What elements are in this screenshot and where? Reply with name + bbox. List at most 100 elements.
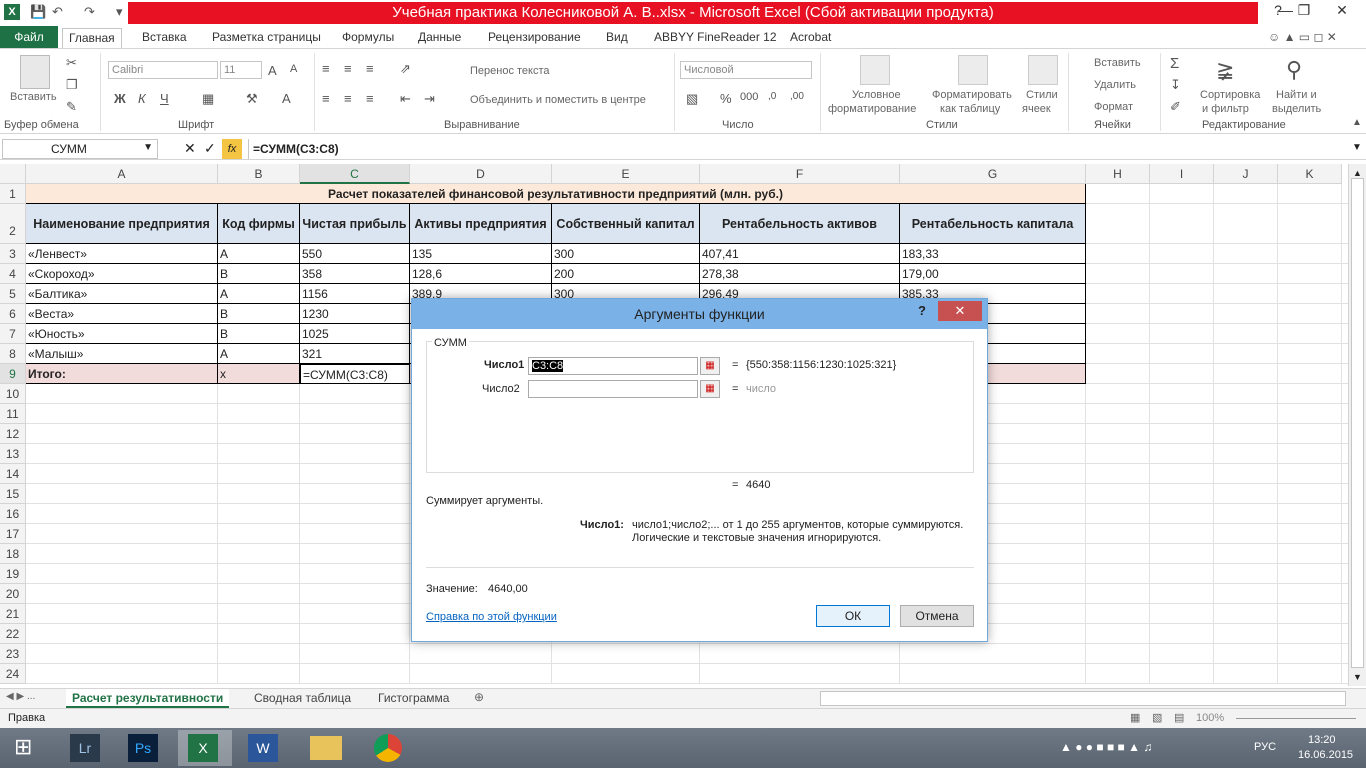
data-cell[interactable]: A xyxy=(218,244,300,264)
insert-function-icon[interactable]: fx xyxy=(222,139,242,159)
cancel-button[interactable]: Отмена xyxy=(900,605,974,627)
cut-icon[interactable]: ✂ xyxy=(66,55,77,71)
zoom-level[interactable]: 100% xyxy=(1196,712,1224,724)
data-cell[interactable]: «Скороход» xyxy=(26,264,218,284)
help-icon[interactable]: ? xyxy=(918,303,926,318)
row-header[interactable]: 22 xyxy=(0,624,26,644)
active-cell[interactable]: =СУММ(C3:C8) xyxy=(300,364,410,384)
sheet-tab-active[interactable]: Расчет результативности xyxy=(66,689,230,708)
find-select-button[interactable]: Найти и xyxy=(1276,89,1317,101)
column-header[interactable]: J xyxy=(1214,164,1278,184)
row-header[interactable]: 17 xyxy=(0,524,26,544)
conditional-format-button[interactable]: Условное xyxy=(852,89,901,101)
cell-styles-icon[interactable] xyxy=(1028,55,1058,85)
tab-review[interactable]: Рецензирование xyxy=(482,28,587,48)
row-header[interactable]: 13 xyxy=(0,444,26,464)
align-center-icon[interactable]: ≡ xyxy=(344,91,352,106)
total-cell[interactable]: Итого: xyxy=(26,364,218,384)
borders-icon[interactable]: ▦ xyxy=(202,91,214,107)
column-header[interactable]: F xyxy=(700,164,900,184)
tab-file[interactable]: Файл xyxy=(0,26,58,48)
data-cell[interactable]: 278,38 xyxy=(700,264,900,284)
data-cell[interactable]: B xyxy=(218,264,300,284)
column-title[interactable]: Собственный капитал xyxy=(552,204,700,244)
formula-input[interactable]: =СУММ(C3:C8) xyxy=(248,139,1348,159)
select-all-corner[interactable] xyxy=(0,164,26,184)
excel-app-icon[interactable]: X xyxy=(4,4,20,20)
view-layout-icon[interactable]: ▧ xyxy=(1152,711,1162,724)
row-header[interactable]: 1 xyxy=(0,184,26,204)
row-header[interactable]: 10 xyxy=(0,384,26,404)
new-sheet-icon[interactable]: ⊕ xyxy=(474,690,484,704)
cell-styles-button[interactable]: Стили xyxy=(1026,89,1058,101)
column-header[interactable]: C xyxy=(300,164,410,184)
row-header[interactable]: 7 xyxy=(0,324,26,344)
vertical-scrollbar[interactable]: ▲ ▼ xyxy=(1348,164,1366,686)
lightroom-icon[interactable]: Lr xyxy=(60,730,114,766)
currency-icon[interactable]: ▧ xyxy=(686,91,698,107)
row-header[interactable]: 23 xyxy=(0,644,26,664)
row-header[interactable]: 24 xyxy=(0,664,26,684)
column-header[interactable]: A xyxy=(26,164,218,184)
row-header[interactable]: 21 xyxy=(0,604,26,624)
data-cell[interactable]: A xyxy=(218,284,300,304)
row-header[interactable]: 15 xyxy=(0,484,26,504)
data-cell[interactable]: 183,33 xyxy=(900,244,1086,264)
wrap-text-button[interactable]: Перенос текста xyxy=(470,65,550,77)
tab-insert[interactable]: Вставка xyxy=(136,28,193,48)
underline-button[interactable]: Ч xyxy=(160,91,169,106)
arg2-input[interactable] xyxy=(528,380,698,398)
column-header[interactable]: H xyxy=(1086,164,1150,184)
tab-acrobat[interactable]: Acrobat xyxy=(784,28,837,48)
sort-filter-icon[interactable]: ≩ xyxy=(1216,57,1234,83)
align-middle-icon[interactable]: ≡ xyxy=(344,61,352,76)
align-right-icon[interactable]: ≡ xyxy=(366,91,374,106)
arg2-collapse-icon[interactable]: ▦ xyxy=(700,380,720,398)
format-cells-button[interactable]: Формат xyxy=(1094,101,1133,113)
font-color-icon[interactable]: A xyxy=(282,91,291,106)
decrease-decimal-icon[interactable]: ,00 xyxy=(790,91,804,102)
orientation-icon[interactable]: ⇗ xyxy=(400,61,411,77)
shrink-font-icon[interactable]: A xyxy=(290,63,297,75)
row-header[interactable]: 14 xyxy=(0,464,26,484)
tray-icons[interactable]: ▲ ● ● ■ ■ ■ ▲ ♫ xyxy=(1060,740,1152,754)
column-title[interactable]: Код фирмы xyxy=(218,204,300,244)
chrome-icon[interactable] xyxy=(362,730,416,766)
autosum-icon[interactable]: Σ xyxy=(1170,55,1179,72)
sort-filter-button[interactable]: Сортировка xyxy=(1200,89,1260,101)
bold-button[interactable]: Ж xyxy=(114,91,126,106)
paste-button[interactable]: Вставить xyxy=(10,91,57,103)
cancel-formula-icon[interactable]: ✕ xyxy=(184,140,196,157)
data-cell[interactable]: 321 xyxy=(300,344,410,364)
scroll-up-icon[interactable]: ▲ xyxy=(1353,168,1362,178)
explorer-icon[interactable] xyxy=(300,730,354,766)
row-header[interactable]: 2 xyxy=(0,204,26,244)
data-cell[interactable]: B xyxy=(218,324,300,344)
number-format-select[interactable]: Числовой xyxy=(680,61,812,79)
save-icon[interactable]: 💾 xyxy=(30,4,46,20)
data-cell[interactable]: «Малыш» xyxy=(26,344,218,364)
table-title[interactable]: Расчет показателей финансовой результати… xyxy=(26,184,1086,204)
row-header[interactable]: 8 xyxy=(0,344,26,364)
increase-decimal-icon[interactable]: ,0 xyxy=(768,91,776,102)
column-header[interactable]: E xyxy=(552,164,700,184)
data-cell[interactable]: 179,00 xyxy=(900,264,1086,284)
tab-data[interactable]: Данные xyxy=(412,28,467,48)
enter-formula-icon[interactable]: ✓ xyxy=(204,140,216,157)
sheet-tab[interactable]: Сводная таблица xyxy=(248,689,357,708)
align-bottom-icon[interactable]: ≡ xyxy=(366,61,374,76)
column-header[interactable]: I xyxy=(1150,164,1214,184)
align-left-icon[interactable]: ≡ xyxy=(322,91,330,106)
dialog-close-button[interactable]: ✕ xyxy=(938,301,982,321)
font-name-select[interactable]: Calibri xyxy=(108,61,218,79)
merge-center-button[interactable]: Объединить и поместить в центре xyxy=(470,94,646,106)
tab-abbyy[interactable]: ABBYY FineReader 12 xyxy=(648,28,783,48)
row-header[interactable]: 16 xyxy=(0,504,26,524)
tab-page-layout[interactable]: Разметка страницы xyxy=(206,28,327,48)
format-as-table-icon[interactable] xyxy=(958,55,988,85)
find-select-icon[interactable]: ⚲ xyxy=(1286,57,1302,83)
windows-start-icon[interactable]: ⊞ xyxy=(14,734,32,760)
column-title[interactable]: Активы предприятия xyxy=(410,204,552,244)
close-icon[interactable]: ✕ xyxy=(1322,0,1362,22)
ok-button[interactable]: ОК xyxy=(816,605,890,627)
